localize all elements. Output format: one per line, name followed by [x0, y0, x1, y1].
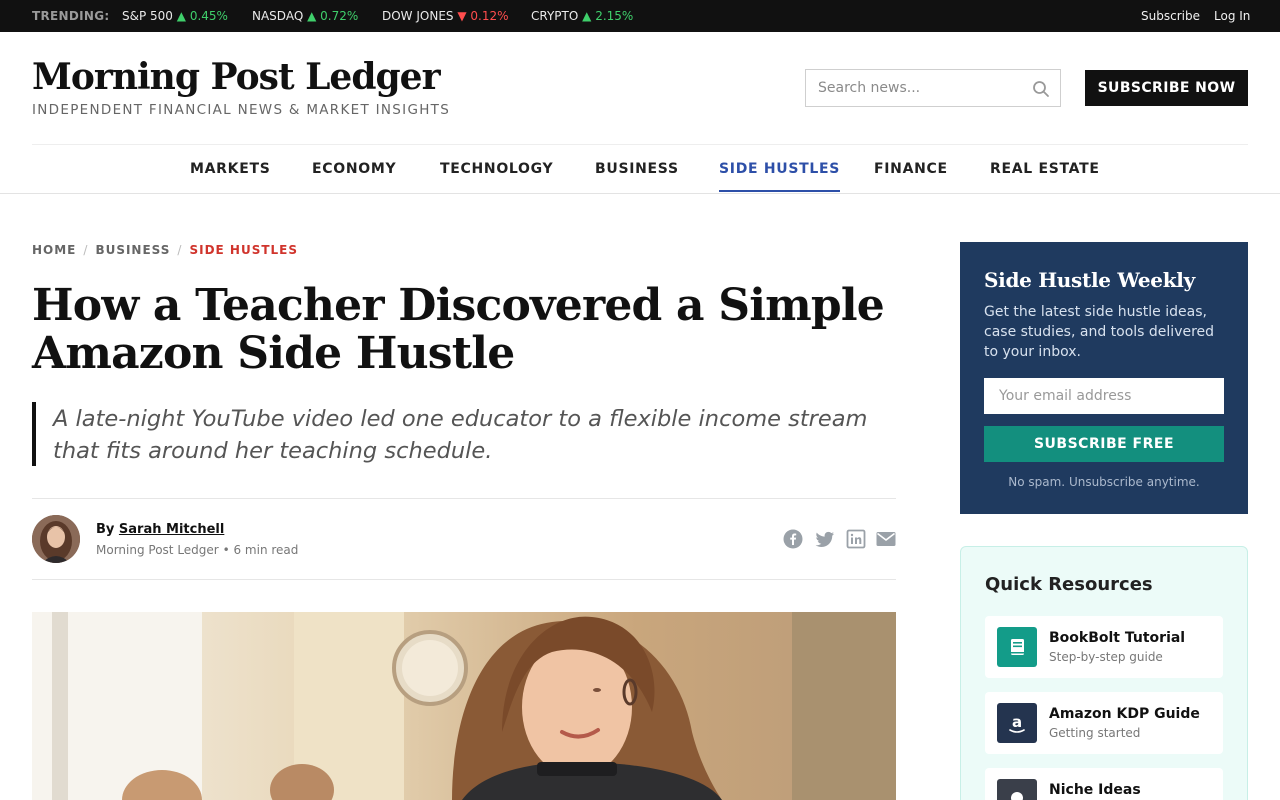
dek-accent-bar	[32, 402, 36, 466]
byline: By Sarah Mitchell	[96, 522, 224, 537]
amazon-icon: a	[997, 703, 1037, 743]
resource-name: BookBolt Tutorial	[1049, 630, 1186, 646]
book-icon	[997, 627, 1037, 667]
nav-item-economy[interactable]: ECONOMY	[312, 161, 396, 177]
nav-item-business[interactable]: BUSINESS	[595, 161, 679, 177]
ticker-change: 0.12%	[470, 9, 509, 23]
newsletter-title: Side Hustle Weekly	[984, 268, 1195, 292]
breadcrumb: HOME / BUSINESS / SIDE HUSTLES	[32, 243, 298, 257]
resource-item-bookbolt[interactable]: BookBolt Tutorial Step-by-step guide	[985, 616, 1223, 678]
resource-name: Niche Ideas	[1049, 782, 1141, 798]
read-time: 6 min read	[233, 543, 299, 557]
newsletter-email-field[interactable]	[984, 378, 1224, 414]
subscribe-link[interactable]: Subscribe	[1141, 9, 1200, 23]
breadcrumb-separator: /	[83, 243, 89, 257]
main-nav: MARKETS ECONOMY TECHNOLOGY BUSINESS SIDE…	[0, 145, 1280, 193]
breadcrumb-business[interactable]: BUSINESS	[95, 243, 170, 257]
breadcrumb-current: SIDE HUSTLES	[189, 243, 299, 257]
byline-divider-top	[32, 498, 896, 499]
ticker-arrow: ▲	[307, 9, 317, 23]
meta-separator: •	[222, 543, 230, 557]
subscribe-free-button[interactable]: SUBSCRIBE FREE	[984, 426, 1224, 462]
byline-prefix: By	[96, 522, 115, 537]
ticker-name: NASDAQ	[252, 9, 304, 23]
search-icon[interactable]	[1032, 80, 1050, 98]
nav-item-real-estate[interactable]: REAL ESTATE	[990, 161, 1100, 177]
svg-text:a: a	[1012, 713, 1022, 731]
twitter-icon[interactable]	[815, 529, 835, 549]
ticker-arrow: ▲	[582, 9, 592, 23]
search-input[interactable]	[806, 70, 1026, 106]
nav-divider-bottom	[0, 193, 1280, 194]
byline-meta: Morning Post Ledger • 6 min read	[96, 543, 298, 557]
author-link[interactable]: Sarah Mitchell	[119, 522, 224, 537]
ticker-name: CRYPTO	[531, 9, 579, 23]
facebook-icon[interactable]	[783, 529, 803, 549]
avatar-portrait	[32, 515, 80, 563]
ticker-nasdaq[interactable]: NASDAQ ▲ 0.72%	[252, 9, 358, 23]
resource-item-niche-ideas[interactable]: Niche Ideas	[985, 768, 1223, 800]
ticker-arrow: ▼	[457, 9, 467, 23]
email-icon[interactable]	[876, 529, 896, 549]
ticker-change: 0.72%	[320, 9, 359, 23]
resource-subtitle: Step-by-step guide	[1049, 650, 1163, 664]
ticker-change: 0.45%	[189, 9, 228, 23]
article-dek: A late-night YouTube video led one educa…	[53, 406, 868, 464]
byline-divider-bottom	[32, 579, 896, 580]
linkedin-icon[interactable]	[846, 529, 866, 549]
ticker-change: 2.15%	[595, 9, 634, 23]
ticker-arrow: ▲	[176, 9, 186, 23]
ticker-crypto[interactable]: CRYPTO ▲ 2.15%	[531, 9, 633, 23]
newsletter-description: Get the latest side hustle ideas, case s…	[984, 304, 1215, 360]
nav-item-markets[interactable]: MARKETS	[190, 161, 271, 177]
subscribe-now-button[interactable]: SUBSCRIBE NOW	[1085, 70, 1248, 106]
newsletter-note: No spam. Unsubscribe anytime.	[1008, 475, 1200, 489]
ticker-dow-jones[interactable]: DOW JONES ▼ 0.12%	[382, 9, 509, 23]
trending-label: TRENDING:	[32, 9, 110, 23]
nav-item-side-hustles[interactable]: SIDE HUSTLES	[719, 161, 841, 192]
site-tagline: INDEPENDENT FINANCIAL NEWS & MARKET INSI…	[32, 102, 451, 118]
hero-photo	[32, 612, 896, 800]
site-logo[interactable]: Morning Post Ledger	[32, 56, 441, 98]
article-hero-image	[32, 612, 896, 800]
author-avatar[interactable]	[32, 515, 80, 563]
breadcrumb-separator: /	[177, 243, 183, 257]
ticker-name: DOW JONES	[382, 9, 454, 23]
ticker-sp500[interactable]: S&P 500 ▲ 0.45%	[122, 9, 228, 23]
ticker-name: S&P 500	[122, 9, 173, 23]
breadcrumb-home[interactable]: HOME	[32, 243, 76, 257]
search-box	[805, 69, 1061, 107]
login-link[interactable]: Log In	[1214, 9, 1250, 23]
nav-item-finance[interactable]: FINANCE	[874, 161, 948, 177]
ticker-bar: TRENDING: S&P 500 ▲ 0.45% NASDAQ ▲ 0.72%…	[0, 0, 1280, 32]
resource-item-amazon-kdp[interactable]: a Amazon KDP Guide Getting started	[985, 692, 1223, 754]
resource-subtitle: Getting started	[1049, 726, 1141, 740]
publication-name: Morning Post Ledger	[96, 543, 219, 557]
nav-item-technology[interactable]: TECHNOLOGY	[440, 161, 553, 177]
lightbulb-icon	[997, 779, 1037, 800]
quick-resources-title: Quick Resources	[985, 574, 1153, 595]
resource-name: Amazon KDP Guide	[1049, 706, 1200, 722]
article-headline: How a Teacher Discovered a Simple Amazon…	[32, 280, 885, 379]
